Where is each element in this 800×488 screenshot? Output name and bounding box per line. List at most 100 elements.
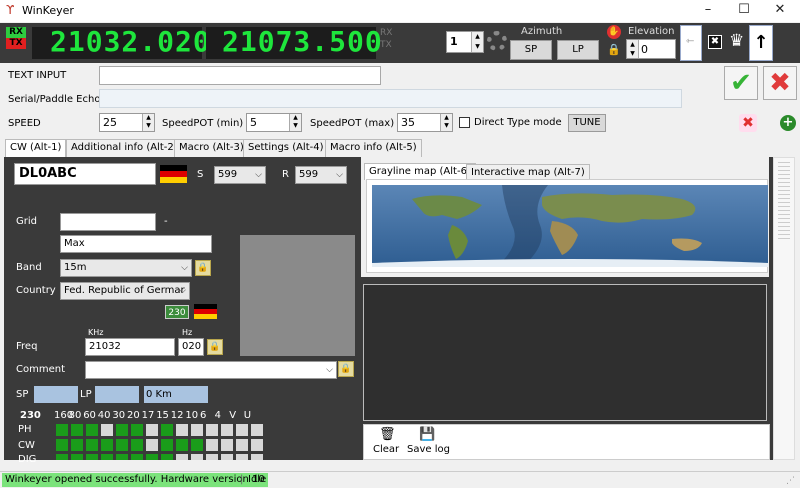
elevation-arrows-icon[interactable]: ▲ ▼ — [627, 40, 639, 58]
grayline-map-frame — [366, 179, 768, 273]
tab-interactive-map[interactable]: Interactive map (Alt-7) — [466, 164, 590, 180]
long-path-button[interactable]: LP — [557, 40, 599, 60]
tune-button[interactable]: TUNE — [568, 114, 606, 132]
freq-hz-field[interactable]: 020 — [178, 338, 204, 356]
speed-arrows-icon[interactable]: ▲ ▼ — [142, 114, 154, 131]
keyer-x-icon[interactable]: ✖ — [708, 35, 722, 49]
close-button[interactable]: ✕ — [762, 0, 798, 22]
spinner-arrows-icon[interactable]: ▲ ▼ — [471, 32, 483, 52]
status-message: Winkeyer opened successfully. Hardware v… — [2, 473, 268, 487]
band-cell — [176, 454, 188, 460]
resize-grip-icon[interactable]: ⋰ — [786, 476, 795, 486]
country-value: Fed. Republic of Germar — [64, 285, 185, 296]
tab-macro[interactable]: Macro (Alt-3) — [174, 139, 249, 157]
band-header-4: 4 — [214, 410, 221, 421]
speedpot-max-arrows-icon[interactable]: ▲ ▼ — [440, 114, 452, 131]
band-header-17: 17 — [141, 410, 155, 421]
band-cell — [146, 439, 158, 451]
band-header-30: 30 — [112, 410, 126, 421]
minimize-button[interactable]: – — [690, 0, 726, 22]
speedpot-max-label: SpeedPOT (max) — [310, 118, 395, 129]
band-header-U: U — [243, 410, 252, 421]
tab-additional-info[interactable]: Additional info (Alt-2) — [66, 139, 183, 157]
band-lock-icon[interactable]: 🔒 — [195, 260, 211, 276]
r-report-select[interactable]: 599 ⌵ — [295, 166, 347, 184]
save-log-button[interactable]: Save log — [407, 444, 450, 455]
radio-number-spinner[interactable]: 1 ▲ ▼ — [446, 31, 484, 53]
country-flag-icon — [194, 304, 217, 319]
band-cell — [71, 424, 83, 436]
band-cell — [251, 424, 263, 436]
rx2-label: RX — [380, 28, 393, 38]
callsign-field[interactable]: DL0ABC — [14, 163, 156, 185]
save-icon[interactable]: 💾 — [419, 427, 435, 442]
lock-icon[interactable]: 🔒 — [607, 43, 621, 57]
speed-spinner[interactable]: 25 ▲ ▼ — [99, 113, 155, 132]
band-cell — [86, 439, 98, 451]
tab-macro-info[interactable]: Macro info (Alt-5) — [325, 139, 422, 157]
text-input-field[interactable] — [99, 66, 381, 85]
tab-cw[interactable]: CW (Alt-1) — [5, 139, 67, 158]
elevation-spinner[interactable]: ▲ ▼ 0 — [626, 39, 676, 59]
mode-row-cw: CW — [18, 440, 35, 451]
short-path-button[interactable]: SP — [510, 40, 552, 60]
maximize-button[interactable]: ☐ — [726, 0, 762, 22]
tab-grayline-map[interactable]: Grayline map (Alt-6) — [364, 163, 476, 180]
khz-label: KHz — [88, 328, 104, 337]
stop-icon[interactable]: ✋ — [607, 25, 621, 39]
scrollbar-thumb[interactable] — [778, 162, 790, 242]
up-arrow-icon[interactable]: ↑ — [749, 25, 773, 61]
add-icon[interactable]: + — [780, 115, 796, 131]
speedpot-min-value: 5 — [250, 116, 257, 129]
band-cell — [176, 424, 188, 436]
s-report-select[interactable]: 599 ⌵ — [214, 166, 266, 184]
antenna-icon[interactable]: ⇽ — [680, 25, 702, 61]
log-area — [363, 284, 767, 421]
mode-row-dig: DIG — [18, 454, 37, 465]
speedpot-min-spinner[interactable]: 5 ▲ ▼ — [246, 113, 302, 132]
world-map-image — [372, 185, 768, 267]
band-header-60: 60 — [83, 410, 96, 421]
band-header-6: 6 — [200, 410, 207, 421]
grid-field[interactable] — [60, 213, 156, 231]
chevron-down-icon: ⌵ — [255, 170, 262, 180]
freq-lock-icon[interactable]: 🔒 — [207, 339, 223, 355]
vertical-scrollbar[interactable] — [773, 157, 795, 460]
band-select[interactable]: 15m ⌵ — [60, 259, 192, 277]
comment-lock-icon[interactable]: 🔒 — [338, 361, 354, 377]
band-cell — [236, 439, 248, 451]
crown-icon[interactable]: ♛ — [729, 31, 744, 51]
tab-settings[interactable]: Settings (Alt-4) — [243, 139, 329, 157]
chevron-down-icon: ⌵ — [336, 170, 343, 180]
vfo-a-frequency: 21032.020 — [50, 25, 211, 58]
country-select[interactable]: Fed. Republic of Germar ⌵ — [60, 282, 190, 300]
band-cell — [251, 439, 263, 451]
speedpot-min-arrows-icon[interactable]: ▲ ▼ — [289, 114, 301, 131]
settings-gear-icon[interactable] — [487, 31, 507, 51]
band-cell — [161, 439, 173, 451]
text-input-label: TEXT INPUT — [8, 70, 67, 81]
status-separator: | — [240, 474, 244, 485]
elevation-value: 0 — [641, 43, 648, 56]
band-cell — [116, 424, 128, 436]
comment-select[interactable]: ⌵ — [85, 361, 337, 379]
delete-icon[interactable]: ✖ — [739, 114, 757, 132]
ok-checkmark-icon[interactable]: ✔ — [724, 66, 758, 100]
band-cell — [56, 439, 68, 451]
band-header-12: 12 — [170, 410, 184, 421]
band-cell — [161, 424, 173, 436]
band-cell — [146, 424, 158, 436]
cancel-x-icon[interactable]: ✖ — [763, 66, 797, 100]
freq-label: Freq — [16, 341, 38, 352]
speedpot-max-spinner[interactable]: 35 ▲ ▼ — [397, 113, 453, 132]
trash-icon[interactable]: 🗑 — [379, 427, 396, 442]
band-cell — [71, 439, 83, 451]
band-label: Band — [16, 262, 42, 273]
direct-type-checkbox[interactable] — [459, 117, 470, 128]
clear-button[interactable]: Clear — [373, 444, 399, 455]
grid-dash: - — [164, 216, 168, 227]
freq-khz-field[interactable]: 21032 — [85, 338, 175, 356]
band-cell — [131, 439, 143, 451]
name-field[interactable]: Max — [60, 235, 212, 253]
band-cell — [101, 424, 113, 436]
